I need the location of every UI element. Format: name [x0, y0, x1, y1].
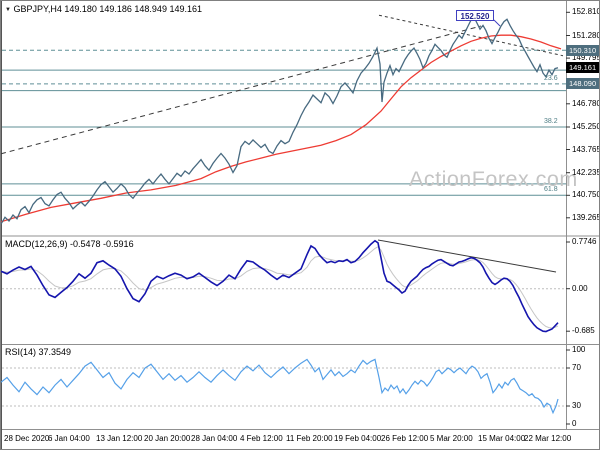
macd-axis-label: 0.7746	[572, 237, 597, 246]
price-axis-label: 139.265	[572, 212, 600, 222]
x-axis-label: 11 Feb 20:00	[286, 434, 333, 443]
x-axis-label: 22 Mar 12:00	[524, 434, 572, 443]
macd-indicator-label: MACD(12,26,9) -0.5478 -0.5916	[5, 239, 134, 249]
chart-canvas[interactable]	[1, 1, 600, 450]
symbol-dropdown-icon[interactable]: ▼	[5, 7, 11, 13]
x-axis-label: 19 Feb 04:00	[334, 434, 382, 443]
chart-title: ▼ GBPJPY,H4 149.180 149.186 148.949 149.…	[5, 4, 202, 14]
x-axis-label: 26 Feb 12:00	[381, 434, 429, 443]
moving-average-line	[1, 34, 562, 223]
price-axis-label-boxed: 148.090	[566, 78, 599, 90]
ohlc-values: 149.180 149.186 148.949 149.161	[64, 4, 202, 14]
macd-axis-label: 0.00	[572, 283, 588, 293]
x-axis-label: 28 Jan 04:00	[191, 434, 238, 443]
rsi-axis-label: 70	[572, 363, 581, 372]
price-axis-label: 143.765	[572, 144, 600, 154]
x-axis-label: 6 Jan 04:00	[48, 434, 90, 443]
price-series	[1, 15, 559, 225]
x-axis-label: 28 Dec 2020	[4, 434, 50, 443]
symbol-name: GBPJPY,H4	[13, 4, 62, 14]
rsi-indicator-label: RSI(14) 37.3549	[5, 347, 72, 357]
x-axis-label: 15 Mar 04:00	[478, 434, 526, 443]
x-axis-label: 5 Mar 20:00	[430, 434, 473, 443]
rsi-axis-label: 0	[572, 419, 577, 428]
x-axis-label: 20 Jan 20:00	[144, 434, 191, 443]
macd-trendline-0	[377, 239, 557, 273]
chart-window: ▼ GBPJPY,H4 149.180 149.186 148.949 149.…	[0, 0, 600, 450]
peak-price-label[interactable]: 152.520	[456, 10, 494, 21]
price-axis-label: 145.250	[572, 122, 600, 131]
price-axis-label-boxed: 150.310	[566, 44, 599, 56]
macd-line	[1, 239, 559, 333]
peak-label-pointer	[493, 19, 501, 27]
fib-level-label: 38.2	[544, 118, 558, 125]
price-axis-label-boxed: 149.161	[566, 62, 599, 74]
macd-axis-label: -0.685	[572, 326, 595, 336]
fib-level-label: 23.6	[544, 74, 558, 82]
rsi-axis-label: 30	[572, 401, 581, 410]
price-axis-label: 152.810	[572, 7, 600, 17]
price-trendline-0	[1, 25, 482, 155]
price-axis-label: 146.780	[572, 98, 600, 108]
rsi-axis-label: 100	[572, 345, 586, 354]
fib-level-label: 61.8	[544, 186, 558, 194]
price-axis-label: 142.235	[572, 167, 600, 177]
x-axis-label: 4 Feb 12:00	[240, 434, 283, 443]
price-axis-label: 151.280	[572, 30, 600, 40]
price-axis-label: 140.750	[572, 190, 600, 200]
rsi-line	[1, 358, 559, 415]
x-axis-label: 13 Jan 12:00	[96, 434, 143, 443]
